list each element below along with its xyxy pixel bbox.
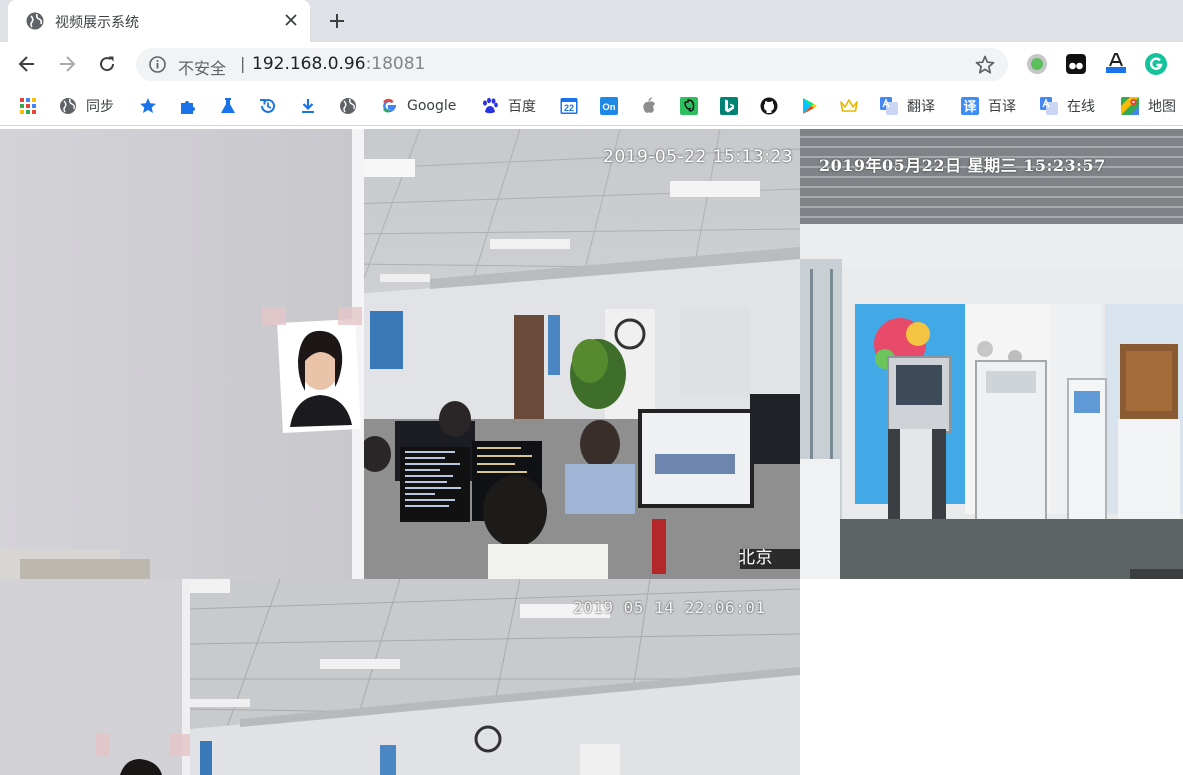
- bookmark-globe[interactable]: [339, 95, 357, 117]
- star-icon: [140, 98, 156, 113]
- address-bar[interactable]: 不安全 | 192.168.0.96:18081: [136, 48, 1008, 81]
- url-text[interactable]: 192.168.0.96:18081: [252, 54, 425, 74]
- translate-icon: [880, 97, 898, 115]
- arrow-right-icon: [60, 56, 76, 72]
- forward-button[interactable]: [53, 50, 81, 78]
- bookmark-evernote[interactable]: [680, 95, 698, 117]
- bookmark-downloads[interactable]: [299, 95, 317, 117]
- bookmark-on[interactable]: On: [600, 95, 618, 117]
- crown-icon: [840, 99, 858, 112]
- camera-2-timestamp: 2019年05月22日 星期三 15:23:57: [819, 156, 1106, 175]
- apps-grid-icon: [20, 98, 36, 114]
- bookmark-history[interactable]: [259, 95, 277, 117]
- bookmark-extensions[interactable]: [179, 95, 197, 117]
- url-port: :18081: [365, 54, 426, 74]
- reload-button[interactable]: [93, 50, 121, 78]
- bookmark-play[interactable]: [800, 95, 818, 117]
- on-badge: On: [602, 102, 615, 113]
- google-g-icon: [382, 98, 396, 113]
- extension-font-icon[interactable]: [1104, 52, 1128, 76]
- url-host: 192.168.0.96: [252, 54, 366, 74]
- bookmark-star[interactable]: [139, 95, 157, 117]
- bookmarks-bar: 同步 Google 百度 22 On 翻译 译 百译 在线 地图: [0, 86, 1183, 126]
- github-icon: [760, 97, 778, 115]
- video-camera-2[interactable]: 2019年05月22日 星期三 15:23:57: [800, 129, 1183, 579]
- empty-video-slot: [800, 579, 1183, 775]
- bookmark-github[interactable]: [760, 95, 778, 117]
- evernote-icon: [680, 97, 698, 115]
- bookmark-label: 地图: [1148, 99, 1176, 115]
- play-store-icon: [803, 98, 817, 114]
- bookmark-baiyi[interactable]: 译 百译: [961, 95, 1016, 117]
- new-tab-button[interactable]: [325, 9, 349, 33]
- bookmark-baidu[interactable]: 百度: [481, 95, 536, 117]
- info-icon[interactable]: [148, 55, 167, 74]
- download-icon: [302, 99, 314, 113]
- extension-record-icon[interactable]: [1025, 52, 1049, 76]
- bookmark-star-icon[interactable]: [974, 54, 996, 76]
- bookmark-online[interactable]: 在线: [1040, 95, 1095, 117]
- bookmark-label: 在线: [1067, 99, 1095, 115]
- camera-3-timestamp: 2019 05 14 22:06:01: [573, 598, 766, 617]
- camera-1-location: 北京: [738, 548, 773, 568]
- bookmark-labs[interactable]: [219, 95, 237, 117]
- bing-icon: [720, 97, 738, 115]
- maps-icon: [1121, 97, 1139, 115]
- globe-icon: [26, 12, 44, 30]
- bookmark-translate[interactable]: 翻译: [880, 95, 935, 117]
- back-button[interactable]: [13, 50, 41, 78]
- bookmark-google[interactable]: Google: [380, 95, 456, 117]
- bookmark-maps[interactable]: 地图: [1121, 95, 1176, 117]
- yi-char: 译: [963, 100, 977, 115]
- browser-tab[interactable]: 视频展示系统: [8, 0, 310, 42]
- bookmark-label: 百度: [508, 99, 536, 115]
- puzzle-icon: [181, 101, 195, 114]
- translate-icon: [1040, 97, 1058, 115]
- bookmark-label: 翻译: [907, 99, 935, 115]
- bookmark-apple[interactable]: [640, 95, 658, 117]
- extension-grammarly-icon[interactable]: [1144, 52, 1168, 76]
- bookmark-crown[interactable]: [840, 95, 858, 117]
- video-camera-3[interactable]: 2019 05 14 22:06:01: [0, 579, 800, 775]
- plus-icon: [330, 14, 344, 28]
- bookmark-sync[interactable]: 同步: [59, 95, 114, 117]
- calendar-icon: 22: [560, 98, 578, 114]
- arrow-left-icon: [18, 56, 34, 72]
- camera-1-frame: [0, 129, 800, 579]
- security-label[interactable]: 不安全: [178, 55, 226, 79]
- video-camera-1[interactable]: 2019-05-22 15:13:23 北京: [0, 129, 800, 579]
- video-display-area: 2019-05-22 15:13:23 北京 2019年05月22日 星期三 1…: [0, 129, 1183, 775]
- camera-2-frame: [800, 129, 1183, 579]
- close-tab-button[interactable]: [280, 9, 302, 31]
- tab-title: 视频展示系统: [55, 15, 139, 31]
- extension-tampermonkey-icon[interactable]: [1064, 52, 1088, 76]
- url-separator: |: [240, 54, 246, 73]
- globe-icon: [60, 98, 76, 114]
- bookmark-label: Google: [407, 98, 457, 114]
- bookmark-calendar[interactable]: 22: [560, 95, 578, 117]
- reload-icon: [100, 56, 115, 72]
- bookmark-apps[interactable]: [19, 95, 37, 117]
- bookmark-label: 百译: [988, 99, 1016, 115]
- history-icon: [260, 98, 275, 113]
- flask-icon: [221, 98, 235, 113]
- close-icon: [285, 14, 297, 26]
- bookmark-label: 同步: [86, 99, 114, 115]
- browser-toolbar: 不安全 | 192.168.0.96:18081: [0, 42, 1183, 86]
- on-icon: On: [600, 97, 618, 115]
- globe-icon: [340, 98, 356, 114]
- paw-icon: [483, 97, 498, 114]
- calendar-day: 22: [564, 103, 574, 113]
- bookmark-bing[interactable]: [720, 95, 738, 117]
- apple-icon: [643, 97, 655, 113]
- camera-1-timestamp: 2019-05-22 15:13:23: [603, 147, 794, 167]
- yi-icon: 译: [961, 97, 979, 115]
- tab-strip: 视频展示系统: [0, 0, 1183, 42]
